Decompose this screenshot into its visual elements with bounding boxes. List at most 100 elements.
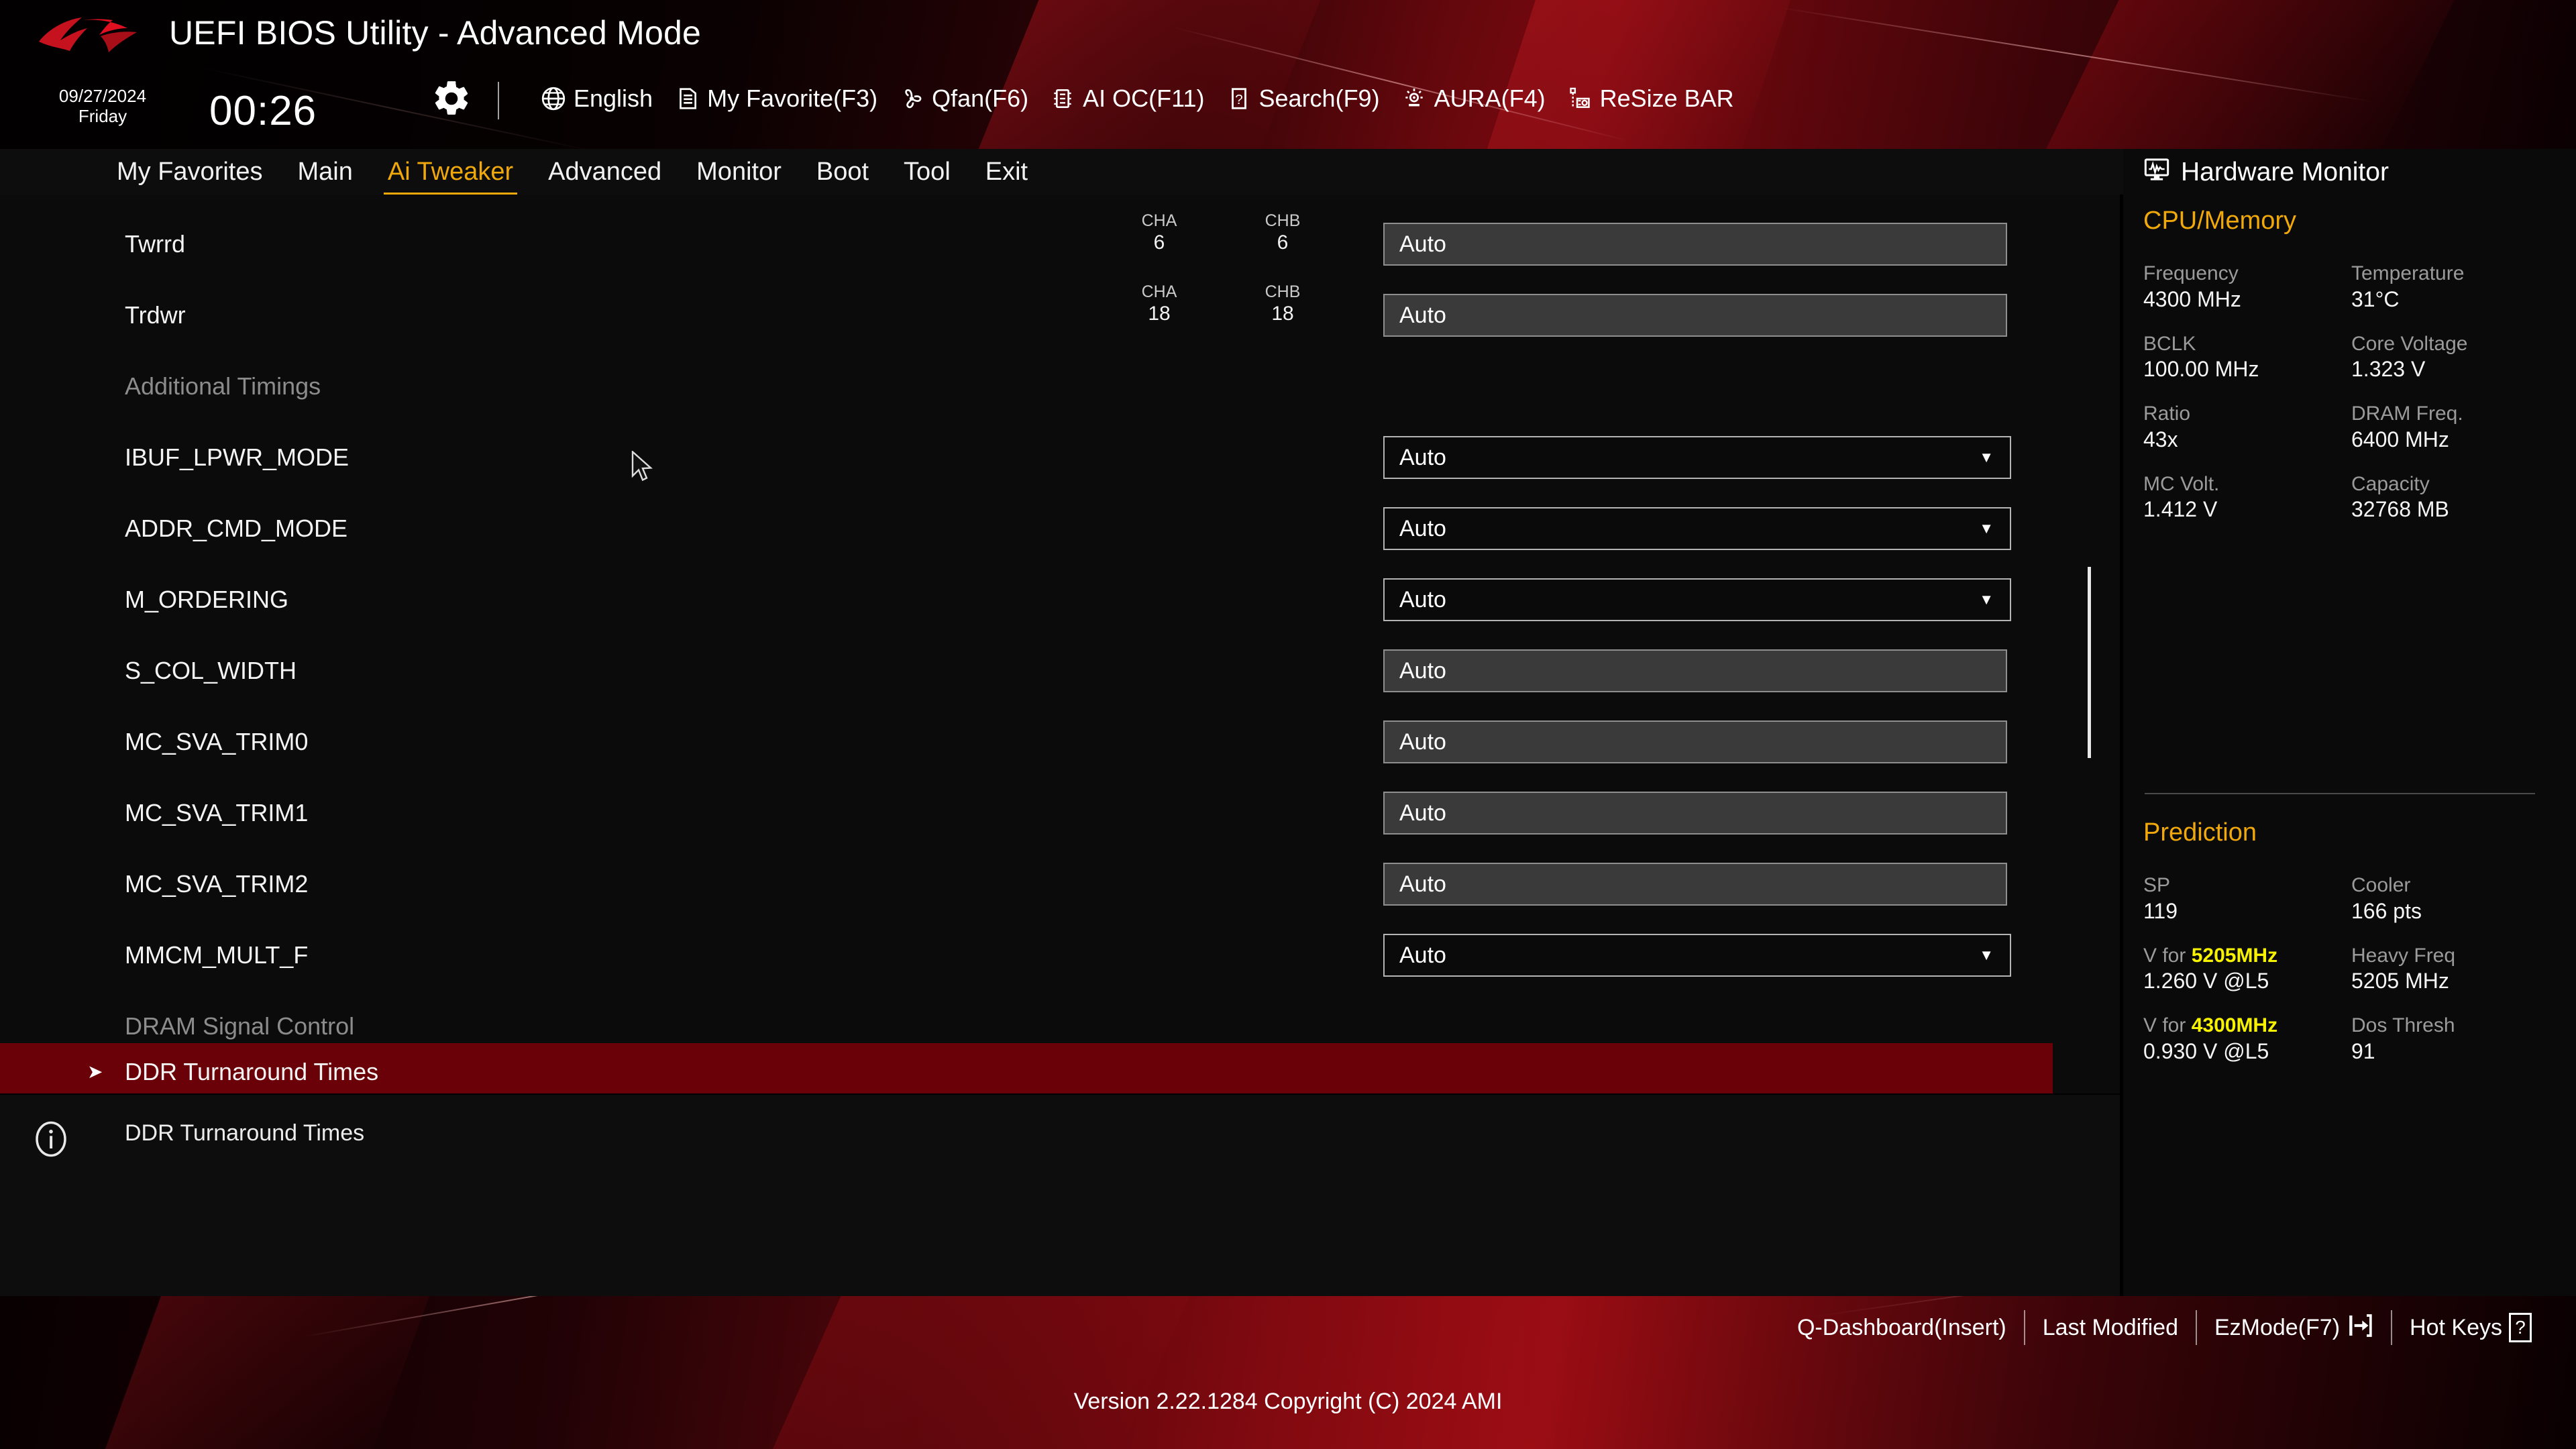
- hm-cell-dram-freq: DRAM Freq. 6400 MHz: [2351, 402, 2559, 453]
- setting-row-ddr-turnaround-times[interactable]: ➤ DDR Turnaround Times: [0, 1043, 2053, 1093]
- hm-cell-dos-thresh: Dos Thresh 91: [2351, 1014, 2559, 1065]
- setting-row-twrrd[interactable]: Twrrd CHA 6 CHB 6 Auto: [0, 208, 2053, 280]
- setting-row-mmcm-mult-f[interactable]: MMCM_MULT_F Auto ▼: [0, 919, 2053, 991]
- setting-row-m-ordering[interactable]: M_ORDERING Auto ▼: [0, 564, 2053, 635]
- setting-label-m-ordering: M_ORDERING: [125, 585, 289, 613]
- setting-row-mc-sva-trim0[interactable]: MC_SVA_TRIM0 Auto: [0, 706, 2053, 777]
- setting-field-s-col-width[interactable]: Auto: [1383, 649, 2007, 692]
- setting-label-s-col-width: S_COL_WIDTH: [125, 656, 297, 684]
- list-doc-icon: [674, 86, 700, 111]
- hm-cell-ratio: Ratio 43x: [2143, 402, 2351, 453]
- app-header: UEFI BIOS Utility - Advanced Mode 09/27/…: [0, 0, 2576, 149]
- setting-label-twrrd: Twrrd: [125, 229, 185, 258]
- hm-key-prefix: V for: [2143, 944, 2192, 967]
- setting-field-twrrd[interactable]: Auto: [1383, 223, 2007, 266]
- hm-key-sp: SP: [2143, 874, 2171, 896]
- toolbar-label-resize-bar: ReSize BAR: [1599, 85, 1734, 112]
- setting-dropdown-ibuf-lpwr-mode[interactable]: Auto ▼: [1383, 436, 2011, 479]
- svg-text:?: ?: [1235, 92, 1242, 107]
- setting-dropdown-m-ordering[interactable]: Auto ▼: [1383, 578, 2011, 621]
- date-display: 09/27/2024 Friday: [32, 86, 173, 126]
- header-decor-shard: [2033, 0, 2461, 149]
- hm-pair: SP 119 Cooler 166 pts: [2143, 873, 2559, 924]
- setting-field-mc-sva-trim2[interactable]: Auto: [1383, 863, 2007, 906]
- footer-link-hot-keys[interactable]: Hot Keys ?: [2392, 1313, 2549, 1342]
- tab-tool[interactable]: Tool: [886, 159, 968, 184]
- hm-cell-sp: SP 119: [2143, 873, 2351, 924]
- hm-cell-capacity: Capacity 32768 MB: [2351, 472, 2559, 523]
- hm-cell-v-for-base: V for 4300MHz 0.930 V @L5: [2143, 1014, 2351, 1065]
- setting-row-addr-cmd-mode[interactable]: ADDR_CMD_MODE Auto ▼: [0, 492, 2053, 564]
- hm-key-dos-thresh: Dos Thresh: [2351, 1014, 2455, 1037]
- toolbar-item-search[interactable]: ? Search(F9): [1216, 76, 1391, 121]
- setting-dropdown-mmcm-mult-f[interactable]: Auto ▼: [1383, 934, 2011, 977]
- setting-row-ibuf-lpwr-mode[interactable]: IBUF_LPWR_MODE Auto ▼: [0, 421, 2053, 493]
- hm-grid-prediction: SP 119 Cooler 166 pts V for 5205MHz 1.26…: [2143, 873, 2559, 1084]
- hm-key-core-voltage: Core Voltage: [2351, 332, 2468, 355]
- setting-row-s-col-width[interactable]: S_COL_WIDTH Auto: [0, 635, 2053, 706]
- gear-icon[interactable]: [431, 78, 472, 119]
- cha-cell-trdwr: CHA 18: [1128, 283, 1190, 328]
- hm-cell-core-voltage: Core Voltage 1.323 V: [2351, 332, 2559, 383]
- footer-decor-streak: [301, 1296, 765, 1338]
- tab-my-favorites[interactable]: My Favorites: [99, 159, 280, 184]
- tab-main[interactable]: Main: [280, 159, 370, 184]
- chb-header: CHB: [1265, 282, 1301, 301]
- chevron-down-icon: ▼: [1979, 591, 1994, 608]
- hm-pair: MC Volt. 1.412 V Capacity 32768 MB: [2143, 472, 2559, 523]
- header-divider: [498, 82, 499, 119]
- footer-link-last-modified[interactable]: Last Modified: [2025, 1316, 2196, 1339]
- toolbar-item-aura[interactable]: AURA(F4): [1391, 76, 1556, 121]
- setting-row-mc-sva-trim2[interactable]: MC_SVA_TRIM2 Auto: [0, 848, 2053, 920]
- setting-row-mc-sva-trim1[interactable]: MC_SVA_TRIM1 Auto: [0, 777, 2053, 849]
- hm-pair: Frequency 4300 MHz Temperature 31°C: [2143, 262, 2559, 313]
- chevron-down-icon: ▼: [1979, 520, 1994, 537]
- hm-section-prediction: Prediction: [2143, 818, 2257, 847]
- setting-field-trdwr[interactable]: Auto: [1383, 294, 2007, 337]
- footer-link-q-dashboard[interactable]: Q-Dashboard(Insert): [1780, 1316, 2024, 1339]
- tab-exit[interactable]: Exit: [968, 159, 1045, 184]
- tab-boot[interactable]: Boot: [799, 159, 886, 184]
- hm-key-temperature: Temperature: [2351, 262, 2465, 284]
- setting-field-mc-sva-trim1[interactable]: Auto: [1383, 792, 2007, 835]
- tab-advanced[interactable]: Advanced: [531, 159, 679, 184]
- setting-label-mc-sva-trim1: MC_SVA_TRIM1: [125, 798, 309, 826]
- chevron-down-icon: ▼: [1979, 449, 1994, 466]
- hm-cell-heavy-freq: Heavy Freq 5205 MHz: [2351, 944, 2559, 995]
- hm-value-ratio: 43x: [2143, 427, 2178, 451]
- hm-value-cooler: 166 pts: [2351, 898, 2422, 923]
- footer-label-hot-keys: Hot Keys: [2410, 1315, 2502, 1340]
- cha-header: CHA: [1141, 282, 1177, 301]
- chb-value: 18: [1271, 303, 1294, 325]
- settings-list: Twrrd CHA 6 CHB 6 Auto Trdwr CHA 18 CHB …: [0, 195, 2120, 1093]
- toolbar-item-my-favorite[interactable]: My Favorite(F3): [663, 76, 888, 121]
- setting-label-mmcm-mult-f: MMCM_MULT_F: [125, 941, 309, 969]
- hm-pair: V for 4300MHz 0.930 V @L5 Dos Thresh 91: [2143, 1014, 2559, 1065]
- hm-key-mc-volt: MC Volt.: [2143, 472, 2220, 495]
- footer-label-ezmode: EzMode(F7): [2214, 1315, 2341, 1340]
- toolbar-item-ai-oc[interactable]: AI OC(F11): [1039, 76, 1215, 121]
- setting-label-ddr-turnaround-times: DDR Turnaround Times: [125, 1058, 379, 1085]
- chip-icon: [1050, 86, 1075, 111]
- content-scrollbar-thumb[interactable]: [2088, 567, 2091, 758]
- hm-cell-bclk: BCLK 100.00 MHz: [2143, 332, 2351, 383]
- cha-value: 18: [1148, 303, 1171, 325]
- tab-monitor[interactable]: Monitor: [679, 159, 799, 184]
- toolbar-item-resize-bar[interactable]: ReSize BAR: [1556, 76, 1745, 121]
- setting-dropdown-addr-cmd-mode[interactable]: Auto ▼: [1383, 507, 2011, 550]
- toolbar-item-language[interactable]: English: [530, 76, 663, 121]
- setting-row-trdwr[interactable]: Trdwr CHA 18 CHB 18 Auto: [0, 279, 2053, 351]
- hm-key-prefix: V for: [2143, 1014, 2192, 1037]
- toolbar-item-qfan[interactable]: Qfan(F6): [888, 76, 1039, 121]
- hm-pair: BCLK 100.00 MHz Core Voltage 1.323 V: [2143, 332, 2559, 383]
- hm-grid-cpu-memory: Frequency 4300 MHz Temperature 31°C BCLK…: [2143, 262, 2559, 543]
- hm-key-v-for-heavy: V for 5205MHz: [2143, 944, 2351, 969]
- chevron-down-icon: ▼: [1979, 947, 1994, 963]
- setting-field-mc-sva-trim0[interactable]: Auto: [1383, 720, 2007, 763]
- hm-value-capacity: 32768 MB: [2351, 497, 2449, 522]
- cha-header: CHA: [1141, 211, 1177, 230]
- footer-link-ezmode[interactable]: EzMode(F7): [2197, 1312, 2391, 1343]
- setting-value-mmcm-mult-f: Auto: [1399, 942, 1446, 968]
- tab-ai-tweaker[interactable]: Ai Tweaker: [370, 159, 531, 196]
- hm-cell-temperature: Temperature 31°C: [2351, 262, 2559, 313]
